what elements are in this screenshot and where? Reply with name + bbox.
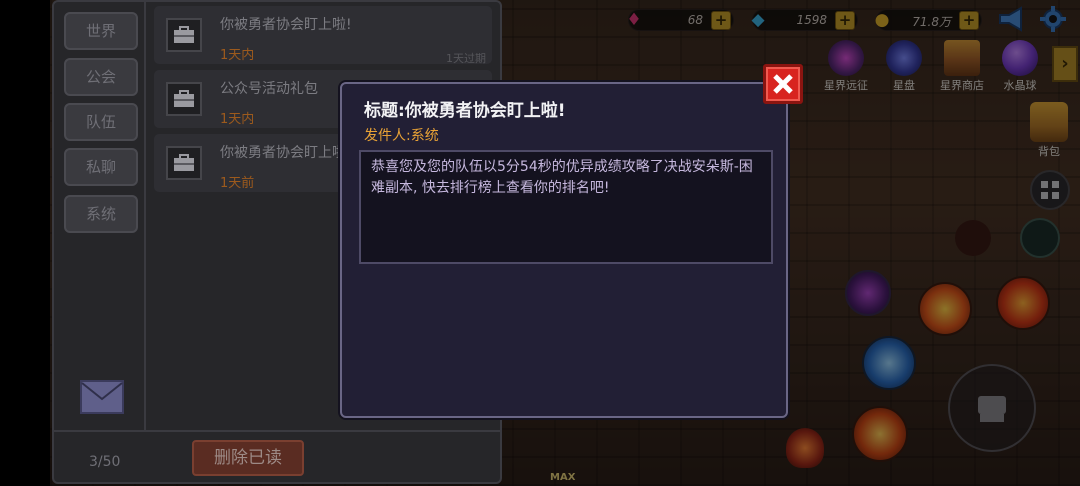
- chat-tab-column: 世界 公会 队伍 私聊 系统: [54, 2, 146, 432]
- mail-expiry: 1天过期: [446, 52, 486, 65]
- tab-private[interactable]: 私聊: [64, 148, 138, 186]
- mail-detail-title: 标题:你被勇者协会盯上啦!: [364, 101, 566, 121]
- mail-age: 1天内: [220, 112, 255, 127]
- mail-count: 3/50: [89, 454, 121, 470]
- tab-system[interactable]: 系统: [64, 195, 138, 233]
- mail-title: 公众号活动礼包: [220, 81, 318, 97]
- mail-detail-dialog: 标题:你被勇者协会盯上啦! 发件人:系统 恭喜您及您的队伍以5分54秒的优异成绩…: [340, 82, 788, 418]
- tab-guild[interactable]: 公会: [64, 58, 138, 96]
- mail-detail-sender: 发件人:系统: [364, 128, 439, 144]
- close-dialog-button[interactable]: [763, 64, 803, 104]
- close-icon: [773, 74, 793, 94]
- chat-footer: 3/50 删除已读: [54, 430, 500, 484]
- mail-age: 1天内: [220, 48, 255, 63]
- briefcase-icon: [166, 18, 202, 52]
- mail-title: 你被勇者协会盯上啦!: [220, 17, 352, 33]
- mail-envelope-icon[interactable]: [80, 380, 124, 414]
- tab-world[interactable]: 世界: [64, 12, 138, 50]
- briefcase-icon: [166, 146, 202, 180]
- mail-detail-body: 恭喜您及您的队伍以5分54秒的优异成绩攻略了决战安朵斯-困难副本, 快去排行榜上…: [359, 150, 773, 264]
- tab-team[interactable]: 队伍: [64, 103, 138, 141]
- delete-read-button[interactable]: 删除已读: [192, 440, 304, 476]
- mail-list-item[interactable]: 你被勇者协会盯上啦! 1天内 1天过期: [154, 6, 492, 65]
- briefcase-icon: [166, 82, 202, 116]
- mail-age: 1天前: [220, 176, 255, 191]
- mail-title: 你被勇者协会盯上啦!: [220, 145, 352, 161]
